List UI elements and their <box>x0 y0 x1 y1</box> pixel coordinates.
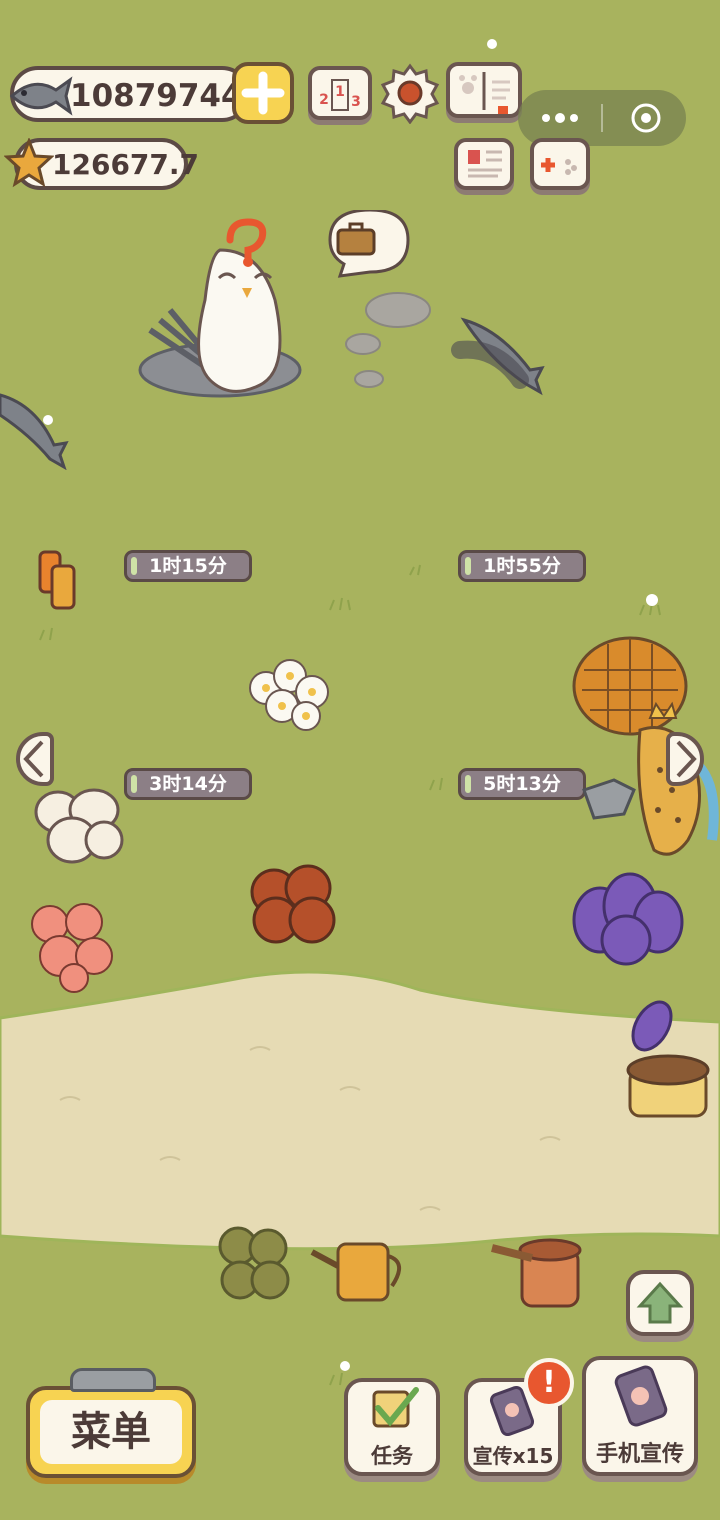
crop-timer: 3时14分 <box>124 768 252 800</box>
podium-icon: 1 2 3 <box>319 79 361 111</box>
stepping-stones <box>345 292 431 388</box>
tasks-button[interactable]: 任务 <box>344 1378 440 1476</box>
svg-text:2: 2 <box>319 92 329 108</box>
tasks-label: 任务 <box>371 1444 413 1468</box>
watering-can[interactable] <box>306 1232 410 1308</box>
clay-pot-stack[interactable] <box>488 1228 600 1312</box>
eggplant-crop[interactable] <box>566 866 688 968</box>
star-count: 126677.7 <box>52 148 200 181</box>
promote-label: 宣传x15 <box>472 1444 554 1468</box>
scroll-up-button[interactable] <box>626 1270 694 1336</box>
crop-timer: 5时13分 <box>458 768 586 800</box>
phone-icon <box>614 1365 668 1427</box>
guide-book-button[interactable] <box>446 62 522 118</box>
timer-label: 1时55分 <box>483 555 561 577</box>
cat-worker <box>582 701 719 856</box>
up-arrow-icon <box>636 1281 684 1324</box>
guide-book-icon <box>459 72 510 116</box>
right-arrow-icon <box>676 740 697 778</box>
next-area-button[interactable] <box>666 732 704 786</box>
svg-text:3: 3 <box>351 94 361 110</box>
crop-timer: 1时15分 <box>124 550 252 582</box>
phone-promote-button[interactable]: 手机宣传 <box>582 1356 698 1476</box>
menu-label: 菜单 <box>40 1400 182 1464</box>
minigame-button[interactable] <box>530 138 590 190</box>
timer-label: 1时15分 <box>149 555 227 577</box>
harvest-basket[interactable] <box>618 996 714 1124</box>
id-card-icon <box>468 150 502 178</box>
phone-promote-label: 手机宣传 <box>595 1442 684 1467</box>
svg-text:1: 1 <box>335 84 345 100</box>
garlic-crop[interactable] <box>28 782 128 870</box>
notification-badge: ! <box>524 1358 574 1408</box>
white-flower-crop[interactable] <box>236 648 348 744</box>
plus-icon <box>241 71 285 115</box>
chestnut-crop[interactable] <box>246 862 344 946</box>
timer-label: 3时14分 <box>149 773 227 795</box>
settings-button[interactable] <box>380 62 440 125</box>
gamepad-icon <box>541 158 577 175</box>
gear-icon <box>380 63 440 125</box>
checkbox-icon <box>372 1387 419 1428</box>
add-fish-button[interactable] <box>232 62 294 124</box>
fish-pickup[interactable] <box>450 310 550 400</box>
fish-icon <box>9 76 73 116</box>
clipboard-clip <box>70 1368 156 1392</box>
menu-button[interactable]: 菜单 <box>26 1386 196 1478</box>
suitcase-icon <box>336 222 376 256</box>
fish-pickup-left[interactable] <box>0 385 75 470</box>
star-icon <box>4 138 54 188</box>
left-arrow-icon <box>23 740 44 778</box>
leaderboard-button[interactable]: 1 2 3 <box>308 66 372 120</box>
pink-flower-crop[interactable] <box>22 894 120 994</box>
crop-timer: 1时55分 <box>458 550 586 582</box>
id-card-button[interactable] <box>454 138 514 190</box>
game-stage: 10879744 126677.7 1 2 3 1时15分 1时55分 3时14… <box>0 0 720 1520</box>
firecracker-item[interactable] <box>34 540 86 612</box>
fish-count: 10879744 <box>70 78 243 114</box>
timer-label: 5时13分 <box>483 773 561 795</box>
prev-area-button[interactable] <box>16 732 54 786</box>
clover-crop[interactable] <box>206 1216 302 1312</box>
target-icon <box>631 103 661 133</box>
close-miniprogram-button[interactable] <box>602 90 686 146</box>
